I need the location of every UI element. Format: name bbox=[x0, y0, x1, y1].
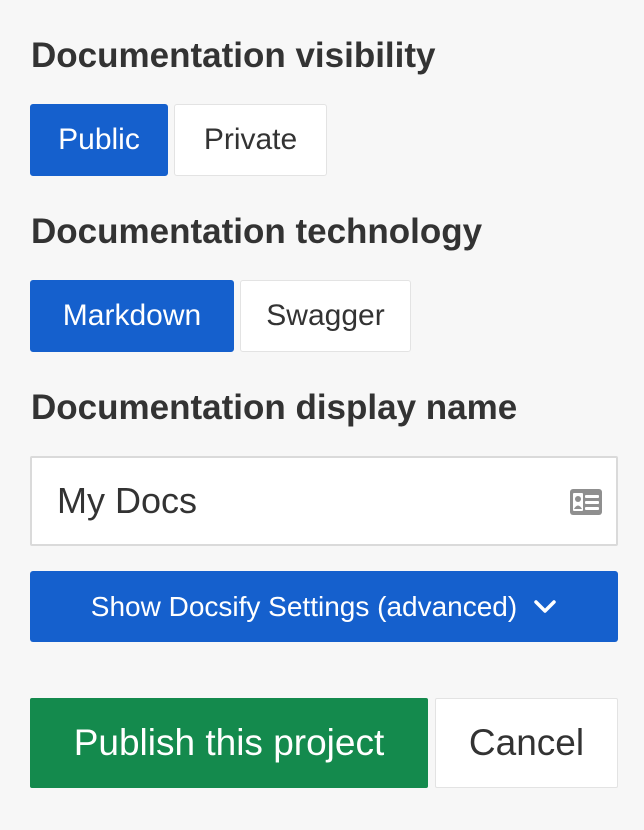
publish-project-button[interactable]: Publish this project bbox=[30, 698, 428, 788]
technology-swagger-button[interactable]: Swagger bbox=[240, 280, 411, 352]
technology-markdown-button[interactable]: Markdown bbox=[30, 280, 234, 352]
display-name-heading: Documentation display name bbox=[31, 388, 518, 427]
publish-docs-form: Documentation visibility Public Private … bbox=[0, 0, 644, 830]
visibility-toggle-group: Public Private bbox=[30, 104, 327, 176]
chevron-down-icon bbox=[534, 599, 556, 613]
visibility-heading: Documentation visibility bbox=[31, 36, 436, 75]
visibility-private-button[interactable]: Private bbox=[174, 104, 327, 176]
display-name-input[interactable] bbox=[32, 461, 557, 541]
show-docsify-settings-button[interactable]: Show Docsify Settings (advanced) bbox=[30, 571, 618, 642]
visibility-public-button[interactable]: Public bbox=[30, 104, 168, 176]
docsify-settings-label: Show Docsify Settings (advanced) bbox=[90, 590, 518, 622]
technology-toggle-group: Markdown Swagger bbox=[30, 280, 411, 352]
cancel-button[interactable]: Cancel bbox=[435, 698, 618, 788]
technology-heading: Documentation technology bbox=[31, 212, 483, 251]
id-card-icon bbox=[570, 489, 602, 515]
display-name-field-wrapper bbox=[30, 456, 618, 546]
